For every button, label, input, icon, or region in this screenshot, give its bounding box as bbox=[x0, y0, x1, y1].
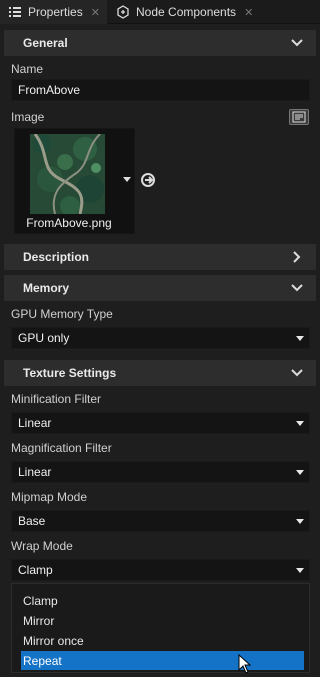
chevron-down-icon bbox=[291, 284, 303, 292]
wrap-option-clamp[interactable]: Clamp bbox=[21, 591, 304, 610]
wrap-option-mirror[interactable]: Mirror bbox=[21, 611, 304, 630]
image-preview bbox=[30, 134, 105, 214]
section-memory-title: Memory bbox=[23, 281, 70, 295]
section-memory[interactable]: Memory bbox=[4, 275, 316, 301]
section-general[interactable]: General bbox=[4, 30, 316, 56]
gpu-memory-type-dropdown[interactable]: GPU only bbox=[11, 327, 310, 349]
section-description[interactable]: Description bbox=[4, 244, 316, 270]
minification-filter-value: Linear bbox=[18, 416, 52, 430]
wrap-mode-dropdown[interactable]: Clamp bbox=[11, 559, 310, 581]
image-thumbnail[interactable]: FromAbove.png bbox=[14, 128, 135, 234]
section-general-title: General bbox=[23, 36, 68, 50]
wrap-mode-label: Wrap Mode bbox=[11, 539, 73, 553]
gpu-memory-type-value: GPU only bbox=[18, 331, 70, 345]
magnification-filter-dropdown[interactable]: Linear bbox=[11, 461, 310, 483]
tab-properties-label: Properties bbox=[28, 5, 83, 19]
section-description-title: Description bbox=[23, 250, 90, 264]
tab-properties[interactable]: Properties ✕ bbox=[0, 0, 107, 24]
tab-node-components[interactable]: Node Components ✕ bbox=[108, 0, 258, 24]
wrap-option-repeat[interactable]: Repeat bbox=[21, 651, 304, 670]
image-browser-icon bbox=[292, 111, 306, 123]
image-label: Image bbox=[11, 110, 45, 124]
tab-strip: Properties ✕ Node Components ✕ bbox=[0, 0, 320, 24]
image-filename: FromAbove.png bbox=[26, 216, 112, 230]
minification-filter-label: Minification Filter bbox=[11, 392, 102, 406]
chevron-down-icon bbox=[291, 39, 303, 47]
image-dropdown-caret-icon[interactable] bbox=[123, 177, 131, 182]
magnification-filter-label: Magnification Filter bbox=[11, 441, 112, 455]
wrap-option-mirror-once[interactable]: Mirror once bbox=[21, 631, 304, 650]
list-icon bbox=[8, 5, 22, 19]
close-tab-properties-icon[interactable]: ✕ bbox=[91, 6, 100, 19]
chevron-right-icon bbox=[293, 251, 301, 263]
node-components-icon bbox=[116, 5, 130, 19]
mouse-cursor-icon bbox=[238, 654, 252, 674]
name-input[interactable]: FromAbove bbox=[11, 79, 310, 101]
go-to-asset-icon[interactable] bbox=[140, 172, 156, 188]
wrap-mode-options-list: Clamp Mirror Mirror once Repeat bbox=[11, 583, 310, 673]
gpu-memory-type-label: GPU Memory Type bbox=[11, 307, 113, 321]
mipmap-mode-dropdown[interactable]: Base bbox=[11, 510, 310, 532]
dropdown-arrow-icon bbox=[296, 519, 304, 524]
image-browser-button[interactable] bbox=[289, 109, 309, 125]
minification-filter-dropdown[interactable]: Linear bbox=[11, 412, 310, 434]
name-label: Name bbox=[11, 62, 44, 76]
section-texture-settings[interactable]: Texture Settings bbox=[4, 360, 316, 386]
name-value: FromAbove bbox=[18, 83, 81, 97]
chevron-down-icon bbox=[291, 369, 303, 377]
magnification-filter-value: Linear bbox=[18, 465, 52, 479]
section-texture-settings-title: Texture Settings bbox=[23, 366, 117, 380]
dropdown-arrow-icon bbox=[296, 568, 304, 573]
tab-node-components-label: Node Components bbox=[136, 5, 237, 19]
mipmap-mode-value: Base bbox=[18, 514, 46, 528]
dropdown-arrow-icon bbox=[296, 470, 304, 475]
dropdown-arrow-icon bbox=[296, 421, 304, 426]
dropdown-arrow-icon bbox=[296, 336, 304, 341]
mipmap-mode-label: Mipmap Mode bbox=[11, 490, 88, 504]
close-tab-node-components-icon[interactable]: ✕ bbox=[244, 6, 253, 19]
wrap-mode-value: Clamp bbox=[18, 563, 53, 577]
